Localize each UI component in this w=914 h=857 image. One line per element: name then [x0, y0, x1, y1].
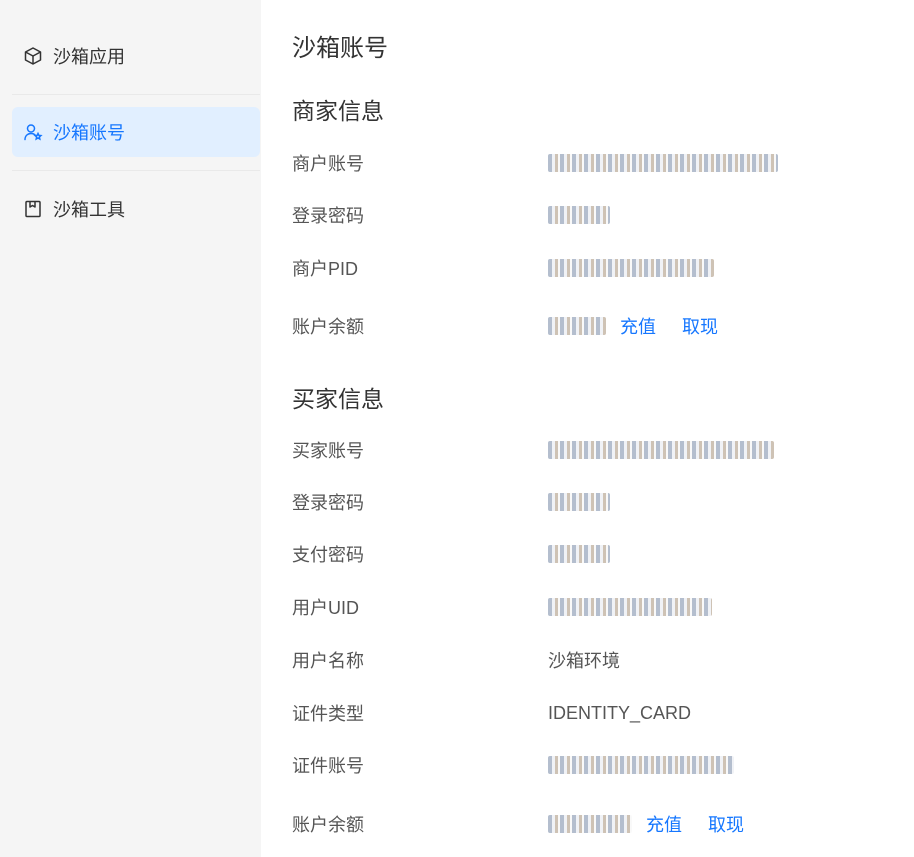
- app-layout: 沙箱应用 沙箱账号 沙箱工具 沙箱账号 商家信息 商户账号 登录密码 商户PID…: [0, 0, 914, 857]
- divider: [12, 94, 260, 95]
- field-label: 用户名称: [292, 651, 364, 671]
- field-label: 支付密码: [292, 545, 364, 565]
- buyer-account-row: 买家账号: [292, 435, 892, 465]
- field-label: 登录密码: [292, 493, 364, 513]
- field-value: [548, 259, 714, 277]
- sidebar-item-label: 沙箱应用: [53, 47, 125, 67]
- masked-value: [548, 206, 610, 224]
- masked-value: [548, 545, 610, 563]
- sidebar-item-sandbox-account[interactable]: 沙箱账号: [12, 107, 260, 157]
- field-value: 沙箱环境: [548, 651, 620, 671]
- buyer-login-password-row: 登录密码: [292, 487, 892, 517]
- merchant-balance-row: 账户余额 充值 取现: [292, 311, 892, 341]
- merchant-account-row: 商户账号: [292, 148, 892, 178]
- bookmark-icon: [23, 199, 43, 219]
- sidebar: 沙箱应用 沙箱账号 沙箱工具: [0, 0, 261, 857]
- field-label: 证件类型: [292, 704, 364, 724]
- buyer-pay-password-row: 支付密码: [292, 539, 892, 569]
- field-label: 证件账号: [292, 756, 364, 776]
- field-label: 用户UID: [292, 598, 359, 618]
- withdraw-link[interactable]: 取现: [708, 811, 744, 837]
- recharge-link[interactable]: 充值: [620, 313, 656, 339]
- field-value: [548, 493, 610, 511]
- box-icon: [23, 46, 43, 66]
- masked-value: [548, 815, 632, 833]
- buyer-name-row: 用户名称 沙箱环境: [292, 645, 892, 675]
- section-title-merchant: 商家信息: [292, 98, 384, 124]
- section-title-buyer: 买家信息: [292, 386, 384, 412]
- field-value: IDENTITY_CARD: [548, 702, 692, 723]
- field-label: 买家账号: [292, 441, 364, 461]
- recharge-link[interactable]: 充值: [646, 811, 682, 837]
- sidebar-item-sandbox-app[interactable]: 沙箱应用: [12, 31, 260, 81]
- sidebar-item-sandbox-tools[interactable]: 沙箱工具: [12, 184, 260, 234]
- masked-value: [548, 756, 734, 774]
- merchant-password-row: 登录密码: [292, 200, 892, 230]
- field-value: [548, 206, 610, 224]
- masked-value: [548, 598, 712, 616]
- field-value: 充值 取现: [548, 811, 744, 837]
- masked-value: [548, 154, 778, 172]
- masked-value: [548, 441, 774, 459]
- field-label: 账户余额: [292, 815, 364, 835]
- field-value: [548, 154, 778, 172]
- withdraw-link[interactable]: 取现: [682, 313, 718, 339]
- masked-value: [548, 493, 610, 511]
- divider: [12, 170, 260, 171]
- field-value: [548, 441, 774, 459]
- buyer-balance-row: 账户余额 充值 取现: [292, 809, 892, 839]
- sidebar-item-label: 沙箱账号: [53, 123, 125, 143]
- merchant-pid-row: 商户PID: [292, 253, 892, 283]
- field-label: 商户账号: [292, 154, 364, 174]
- field-value: 充值 取现: [548, 313, 718, 339]
- buyer-id-number-row: 证件账号: [292, 750, 892, 780]
- masked-value: [548, 317, 606, 335]
- field-label: 账户余额: [292, 317, 364, 337]
- field-value: [548, 598, 712, 616]
- buyer-id-type-row: 证件类型 IDENTITY_CARD: [292, 698, 892, 728]
- page-title: 沙箱账号: [292, 35, 388, 62]
- user-star-icon: [23, 122, 43, 142]
- field-value: [548, 545, 610, 563]
- field-value: [548, 756, 734, 774]
- masked-value: [548, 259, 714, 277]
- main-content: 沙箱账号 商家信息 商户账号 登录密码 商户PID 账户余额 充值 取现 买家信…: [261, 0, 914, 857]
- sidebar-item-label: 沙箱工具: [53, 200, 125, 220]
- field-label: 登录密码: [292, 206, 364, 226]
- field-label: 商户PID: [292, 259, 359, 279]
- buyer-uid-row: 用户UID: [292, 592, 892, 622]
